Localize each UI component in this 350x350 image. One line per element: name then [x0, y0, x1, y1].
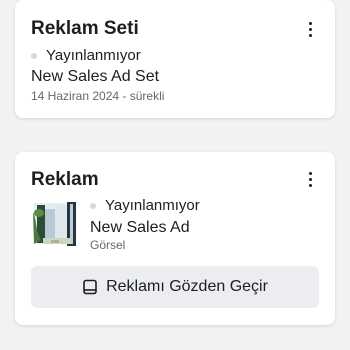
- adset-status-label: Yayınlanmıyor: [46, 47, 141, 64]
- ad-card-title: Reklam: [31, 169, 99, 190]
- ad-name[interactable]: New Sales Ad: [90, 219, 190, 237]
- ad-thumbnail-image[interactable]: [31, 200, 82, 249]
- ad-type: Görsel: [90, 238, 126, 252]
- status-dot-icon: [31, 52, 37, 59]
- ad-status-label: Yayınlanmıyor: [105, 197, 200, 214]
- review-ad-button-label: Reklamı Gözden Geçir: [106, 278, 268, 295]
- ad-status: Yayınlanmıyor: [90, 197, 200, 214]
- adset-more-options-icon[interactable]: [303, 19, 317, 39]
- device-preview-icon: [82, 279, 98, 295]
- ad-card: Reklam Yayınlanmıyor New Sales Ad Görsel: [15, 152, 335, 325]
- adset-card-title: Reklam Seti: [31, 18, 139, 39]
- review-ad-button[interactable]: Reklamı Gözden Geçir: [31, 266, 319, 308]
- adset-status: Yayınlanmıyor: [31, 47, 141, 64]
- adset-schedule: 14 Haziran 2024 - sürekli: [31, 89, 165, 103]
- adset-name[interactable]: New Sales Ad Set: [31, 68, 159, 86]
- ad-more-options-icon[interactable]: [303, 169, 317, 189]
- status-dot-icon: [90, 202, 96, 209]
- adset-card: Reklam Seti Yayınlanmıyor New Sales Ad S…: [15, 0, 335, 118]
